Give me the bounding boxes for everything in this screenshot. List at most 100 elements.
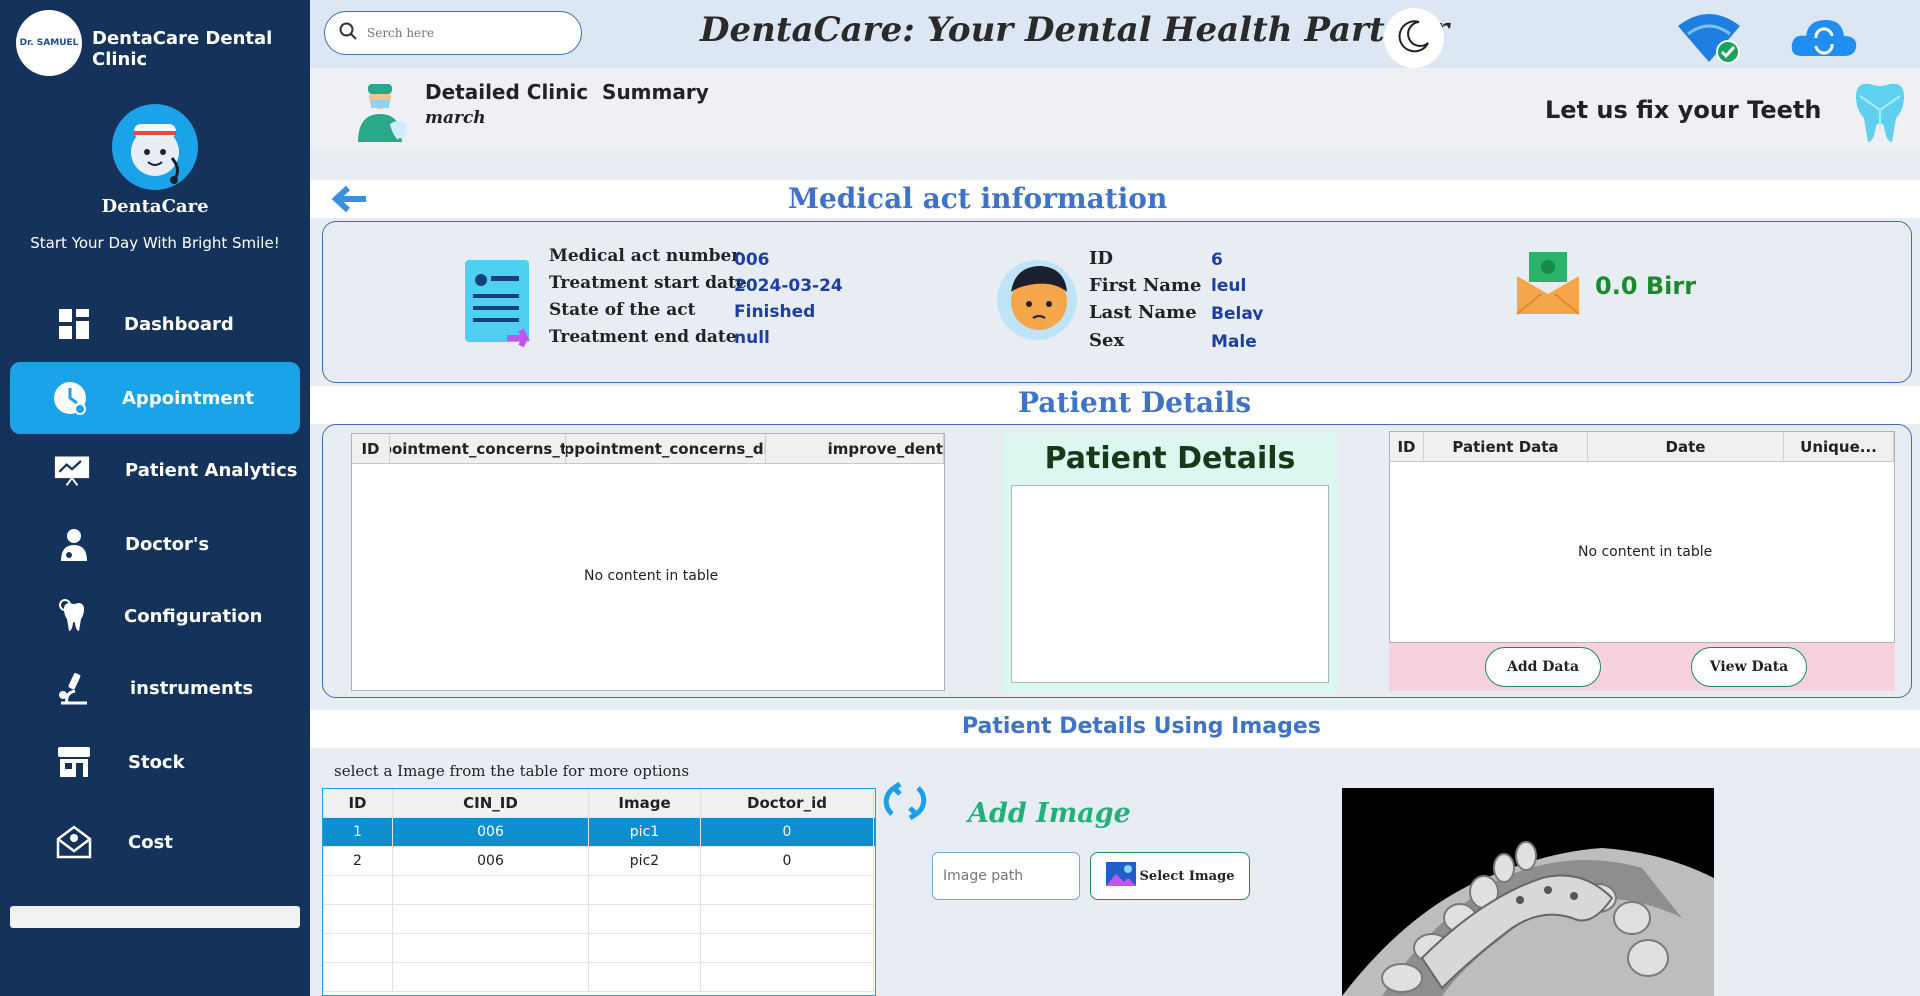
envelope-icon (56, 824, 92, 860)
first-name-value: leul (1211, 276, 1247, 296)
analytics-icon (54, 452, 90, 488)
field-label: Medical act number (549, 246, 741, 266)
patient-details-header: Patient Details (310, 386, 1920, 424)
table-row-empty (323, 905, 875, 934)
patient-details-panel: ID appointment_concerns_title appointmen… (322, 424, 1912, 698)
column-header[interactable]: ID (1390, 432, 1424, 461)
images-table[interactable]: ID CIN_ID Image Doctor_id 1 006 pic1 0 2… (322, 788, 876, 996)
column-header[interactable]: Date (1588, 432, 1784, 461)
images-title: Patient Details Using Images (962, 714, 1321, 739)
field-label: ID (1089, 248, 1114, 269)
refresh-icon[interactable] (880, 778, 930, 824)
table-cell: 0 (701, 818, 874, 846)
dashboard-icon (56, 306, 92, 342)
concerns-table[interactable]: ID appointment_concerns_title appointmen… (351, 433, 945, 691)
last-name-row: Last Name (1089, 302, 1197, 320)
table-cell: 0 (701, 847, 874, 875)
wifi-status-icon[interactable] (1674, 10, 1744, 66)
slogan: Let us fix your Teeth (1545, 96, 1822, 124)
state-value: Finished (734, 302, 816, 322)
table-header: ID Patient Data Date Unique... (1390, 432, 1894, 462)
column-header[interactable]: ID (323, 789, 393, 817)
tooth-icon (1850, 80, 1910, 144)
field-label: Treatment start date (549, 273, 747, 293)
table-header: ID CIN_ID Image Doctor_id (323, 789, 875, 818)
table-row-empty (323, 934, 875, 963)
search-input[interactable] (367, 26, 567, 40)
sidebar-item-label: Dashboard (124, 313, 234, 335)
tooth-gear-icon (56, 598, 92, 634)
table-cell: 006 (393, 818, 589, 846)
dental-image-preview (1342, 788, 1714, 996)
table-row[interactable]: 1 006 pic1 0 (323, 818, 875, 847)
column-header[interactable]: appointment_concerns_dis (566, 434, 766, 463)
add-image-title: Add Image (968, 798, 1131, 829)
sidebar-item-stock[interactable]: Stock (10, 726, 300, 798)
image-icon (1105, 862, 1136, 890)
column-header[interactable]: Patient Data (1424, 432, 1588, 461)
table-cell: 1 (323, 818, 393, 846)
sidebar-item-label: Appointment (122, 387, 255, 409)
dark-mode-toggle[interactable] (1384, 8, 1444, 68)
sidebar-progress-bar (10, 906, 300, 928)
table-row-empty (323, 876, 875, 905)
sidebar-item-label: instruments (130, 677, 254, 699)
header: DentaCare: Your Dental Health Partner (310, 0, 1920, 68)
back-arrow-icon[interactable] (330, 182, 370, 216)
column-header[interactable]: CIN_ID (393, 789, 589, 817)
summary-bar: Detailed Clinic Summary march Let us fix… (310, 68, 1920, 148)
image-path-input[interactable] (932, 852, 1080, 900)
empty-table-message: No content in table (1578, 544, 1713, 560)
medical-act-header: Medical act information (310, 180, 1920, 218)
patient-details-title: Patient Details (1018, 386, 1252, 419)
search-icon (339, 22, 357, 44)
patient-id-value: 6 (1211, 250, 1223, 270)
sidebar-item-configuration[interactable]: Configuration (10, 580, 300, 652)
column-header[interactable]: Image (589, 789, 701, 817)
logo-text: Dr. SAMUEL (19, 38, 79, 48)
brand-name: DentaCare (101, 196, 209, 217)
clock-icon (52, 380, 88, 416)
field-label: Last Name (1089, 302, 1197, 320)
sidebar-item-doctors[interactable]: Doctor's (10, 508, 300, 580)
select-image-button[interactable]: Select Image (1090, 852, 1250, 900)
sidebar-item-dashboard[interactable]: Dashboard (10, 288, 300, 360)
table-cell: pic1 (589, 818, 701, 846)
table-actions-bar: Add Data View Data (1389, 643, 1895, 691)
image-table-hint: select a Image from the table for more o… (334, 762, 690, 780)
sidebar-item-patient-analytics[interactable]: Patient Analytics (10, 434, 300, 506)
medical-act-panel: Medical act number Treatment start date … (322, 221, 1912, 383)
field-label: State of the act (549, 300, 696, 320)
table-row-empty (323, 963, 875, 992)
clinic-logo: Dr. SAMUEL (16, 10, 82, 76)
table-row[interactable]: 2 006 pic2 0 (323, 847, 875, 876)
page-title: DentaCare: Your Dental Health Partner (700, 10, 1449, 50)
column-header[interactable]: improve_dent (766, 434, 944, 463)
table-header: ID appointment_concerns_title appointmen… (352, 434, 944, 464)
images-header: Patient Details Using Images (310, 710, 1920, 748)
search-box[interactable] (324, 11, 582, 55)
card-title: Patient Details (1044, 441, 1296, 476)
last-name-clip: Belay (1211, 304, 1263, 320)
column-header[interactable]: Unique... (1784, 432, 1894, 461)
patient-data-table[interactable]: ID Patient Data Date Unique... No conten… (1389, 431, 1895, 643)
column-header[interactable]: appointment_concerns_title (390, 434, 566, 463)
sidebar-item-cost[interactable]: Cost (10, 806, 300, 878)
sidebar-item-label: Configuration (124, 605, 263, 627)
field-label: First Name (1089, 275, 1202, 296)
sidebar-item-label: Patient Analytics (125, 459, 298, 481)
sidebar-item-instruments[interactable]: instruments (10, 652, 300, 724)
field-label: Treatment end date (549, 327, 737, 347)
sidebar-item-appointment[interactable]: Appointment (10, 362, 300, 434)
tagline: Start Your Day With Bright Smile! (30, 234, 280, 252)
cloud-sync-icon[interactable] (1788, 12, 1860, 62)
moon-icon (1397, 19, 1431, 57)
avatar (112, 104, 198, 190)
view-data-button[interactable]: View Data (1691, 647, 1807, 687)
add-data-button[interactable]: Add Data (1485, 647, 1601, 687)
summary-title: Detailed Clinic Summary (425, 80, 709, 104)
end-date-value: null (734, 328, 770, 348)
column-header[interactable]: ID (352, 434, 390, 463)
patient-details-textarea[interactable] (1011, 485, 1329, 683)
column-header[interactable]: Doctor_id (701, 789, 874, 817)
